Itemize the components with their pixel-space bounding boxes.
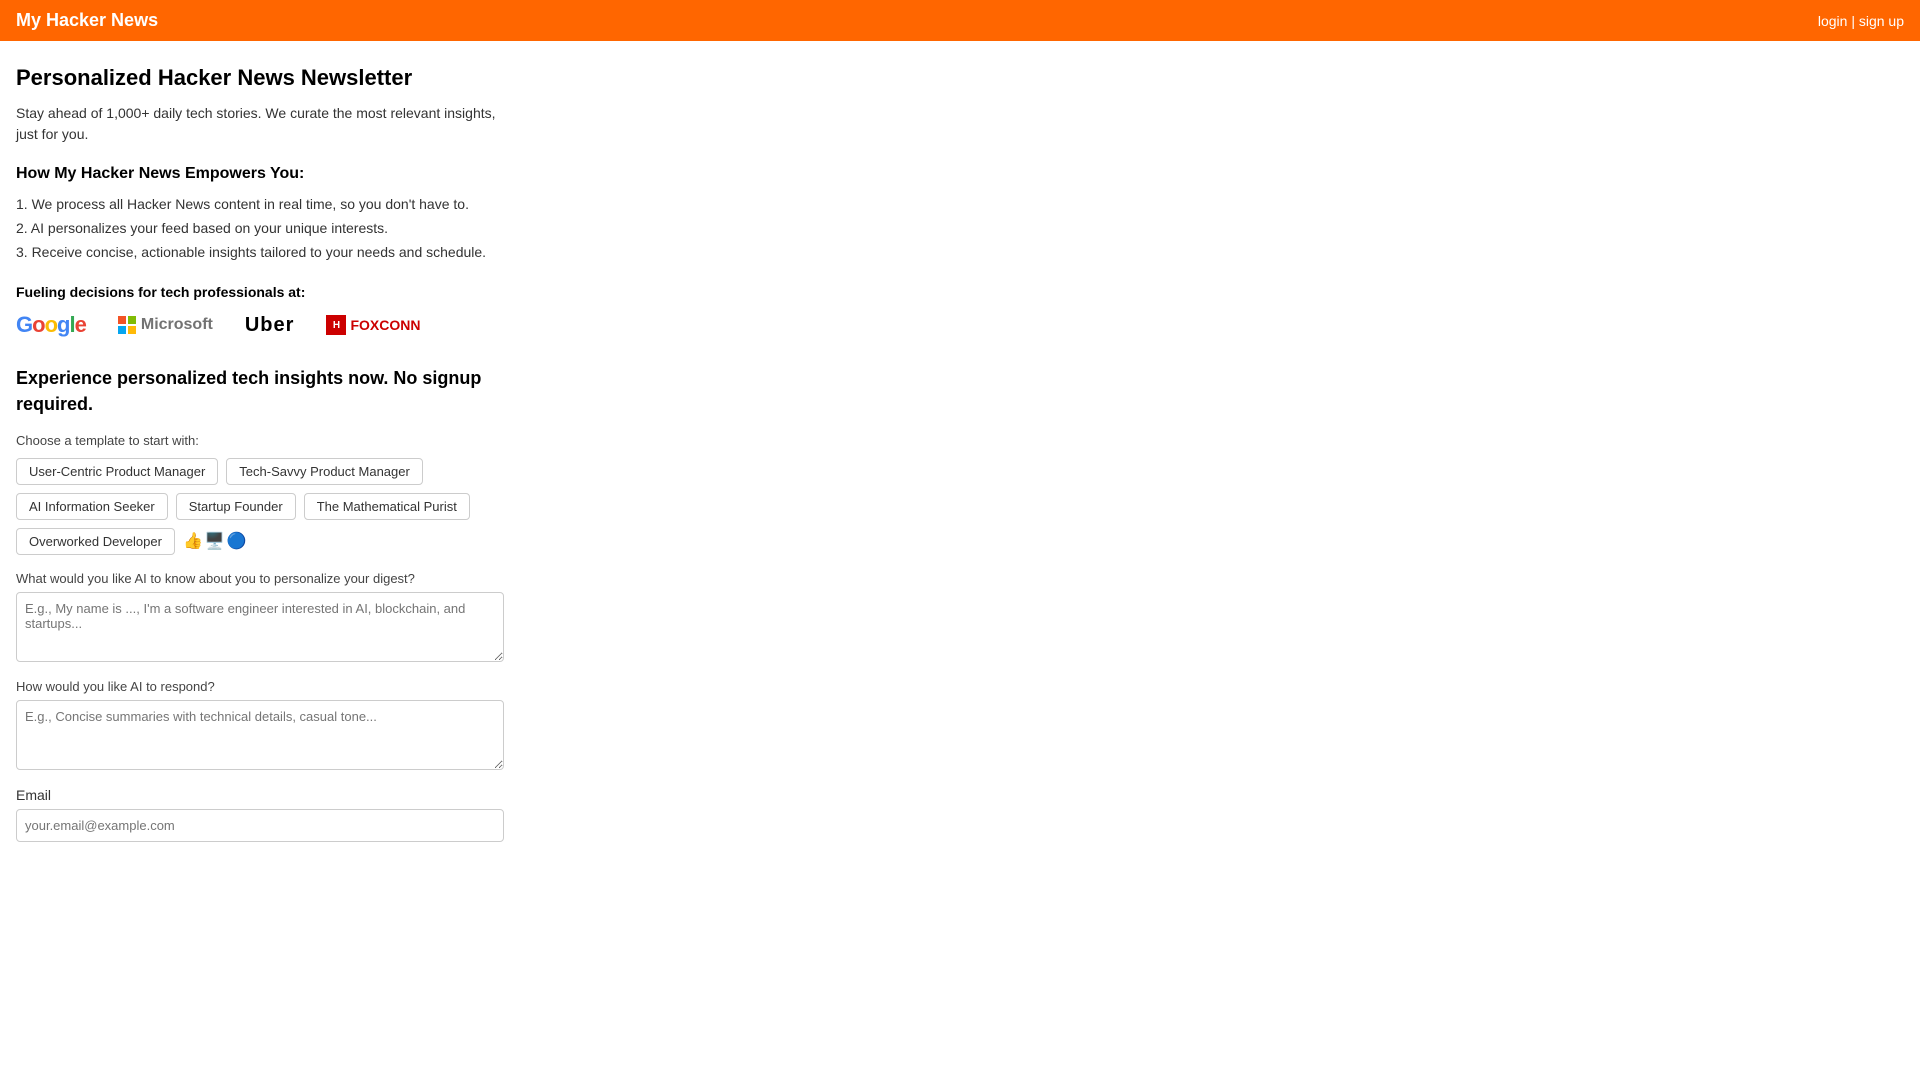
fueling-title: Fueling decisions for tech professionals… xyxy=(16,284,504,300)
template-overworked[interactable]: Overworked Developer xyxy=(16,528,175,555)
how-list: 1. We process all Hacker News content in… xyxy=(16,193,504,264)
email-input[interactable] xyxy=(16,809,504,842)
respond-group: How would you like AI to respond? xyxy=(16,679,504,773)
template-tech-savvy[interactable]: Tech-Savvy Product Manager xyxy=(226,458,423,485)
emoji-computer: 🖥️ xyxy=(205,531,225,551)
foxconn-icon: H xyxy=(326,315,346,335)
email-label: Email xyxy=(16,787,504,803)
respond-label: How would you like AI to respond? xyxy=(16,679,504,694)
auth-separator: | xyxy=(1851,13,1859,29)
google-logo: Google xyxy=(16,312,86,338)
how-section-title: How My Hacker News Empowers You: xyxy=(16,165,504,183)
how-item-2: 2. AI personalizes your feed based on yo… xyxy=(16,217,504,241)
template-user-centric[interactable]: User-Centric Product Manager xyxy=(16,458,218,485)
about-textarea[interactable] xyxy=(16,592,504,662)
emoji-indicators: 👍 🖥️ 🔵 xyxy=(183,528,247,555)
auth-links: login | sign up xyxy=(1818,13,1904,29)
microsoft-logo: Microsoft xyxy=(118,316,213,334)
main-content: Personalized Hacker News Newsletter Stay… xyxy=(0,41,520,880)
about-label: What would you like AI to know about you… xyxy=(16,571,504,586)
templates-grid: User-Centric Product Manager Tech-Savvy … xyxy=(16,458,504,555)
how-item-3: 3. Receive concise, actionable insights … xyxy=(16,241,504,265)
how-item-1: 1. We process all Hacker News content in… xyxy=(16,193,504,217)
emoji-circle: 🔵 xyxy=(227,531,247,551)
choose-label: Choose a template to start with: xyxy=(16,433,504,448)
subtitle-text: Stay ahead of 1,000+ daily tech stories.… xyxy=(16,103,504,145)
email-group: Email xyxy=(16,787,504,842)
signup-link[interactable]: sign up xyxy=(1859,13,1904,29)
emoji-thumbsup: 👍 xyxy=(183,531,203,551)
company-logos: Google Microsoft Uber H FOXCONN xyxy=(16,312,504,338)
template-math-purist[interactable]: The Mathematical Purist xyxy=(304,493,470,520)
page-title: Personalized Hacker News Newsletter xyxy=(16,65,504,91)
respond-textarea[interactable] xyxy=(16,700,504,770)
uber-logo: Uber xyxy=(245,314,295,337)
about-group: What would you like AI to know about you… xyxy=(16,571,504,665)
site-title: My Hacker News xyxy=(16,10,158,31)
template-startup[interactable]: Startup Founder xyxy=(176,493,296,520)
login-link[interactable]: login xyxy=(1818,13,1848,29)
header: My Hacker News login | sign up xyxy=(0,0,1920,41)
template-ai-seeker[interactable]: AI Information Seeker xyxy=(16,493,168,520)
cta-title: Experience personalized tech insights no… xyxy=(16,366,504,416)
foxconn-logo: H FOXCONN xyxy=(326,315,420,335)
